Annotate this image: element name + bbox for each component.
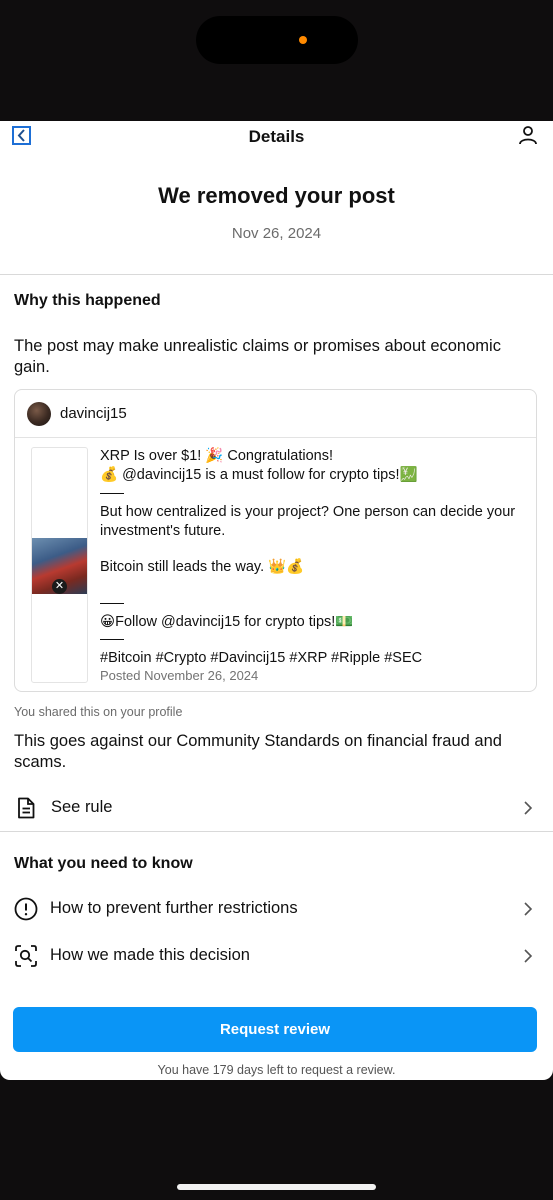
page-title: Details [248, 127, 305, 146]
chevron-right-icon [524, 902, 533, 916]
post-username: davincij15 [60, 405, 127, 422]
post-line: But how centralized is your project? One… [100, 504, 516, 539]
review-deadline-note: You have 179 days left to request a revi… [157, 1063, 396, 1077]
removed-post-card: davincij15 ✕ XRP Is over $1! 🎉 Congratul… [14, 389, 537, 692]
decision-process-label: How we made this decision [50, 946, 250, 964]
decision-process-row[interactable]: How we made this decision [0, 936, 553, 976]
see-rule-row[interactable]: See rule [0, 788, 553, 828]
post-thumbnail: ✕ [31, 447, 88, 683]
divider [0, 831, 553, 832]
post-separator [100, 639, 124, 640]
post-hashtags: #Bitcoin #Crypto #Davincij15 #XRP #Rippl… [100, 650, 423, 666]
post-line: Bitcoin still leads the way. 👑💰 [100, 559, 305, 575]
shared-note: You shared this on your profile [14, 705, 183, 719]
removal-headline: We removed your post [158, 183, 395, 208]
standards-text: This goes against our Community Standard… [14, 732, 502, 771]
prevent-restrictions-row[interactable]: How to prevent further restrictions [0, 889, 553, 929]
alert-circle-icon [14, 897, 38, 921]
post-separator [100, 603, 124, 604]
removal-reason: The post may make unrealistic claims or … [14, 337, 501, 376]
know-section-title: What you need to know [14, 855, 193, 872]
profile-icon[interactable] [518, 125, 538, 145]
post-line: XRP Is over $1! 🎉 Congratulations! [100, 448, 333, 464]
document-icon [18, 797, 35, 819]
details-screen: Details We removed your post Nov 26, 202… [0, 121, 553, 1080]
request-review-button[interactable]: Request review [13, 1007, 537, 1052]
scan-search-icon [15, 945, 37, 967]
dynamic-island [196, 16, 358, 64]
camera-indicator-dot [299, 36, 307, 44]
close-icon: ✕ [52, 579, 67, 594]
post-header: davincij15 [15, 390, 536, 438]
see-rule-label: See rule [51, 798, 113, 816]
why-section-title: Why this happened [14, 292, 161, 309]
post-separator [100, 493, 124, 494]
chevron-right-icon [524, 949, 533, 963]
prevent-restrictions-label: How to prevent further restrictions [50, 899, 298, 917]
avatar [27, 402, 51, 426]
post-line: 😀Follow @davincij15 for crypto tips!💵 [100, 614, 354, 630]
chevron-right-icon [524, 801, 533, 815]
post-date: Posted November 26, 2024 [100, 668, 259, 683]
home-indicator[interactable] [177, 1184, 376, 1190]
top-nav: Details [0, 121, 553, 151]
bottom-bezel [0, 1080, 553, 1200]
divider [0, 274, 553, 275]
post-line: 💰 @davincij15 is a must follow for crypt… [100, 467, 418, 483]
removal-date: Nov 26, 2024 [231, 225, 322, 242]
